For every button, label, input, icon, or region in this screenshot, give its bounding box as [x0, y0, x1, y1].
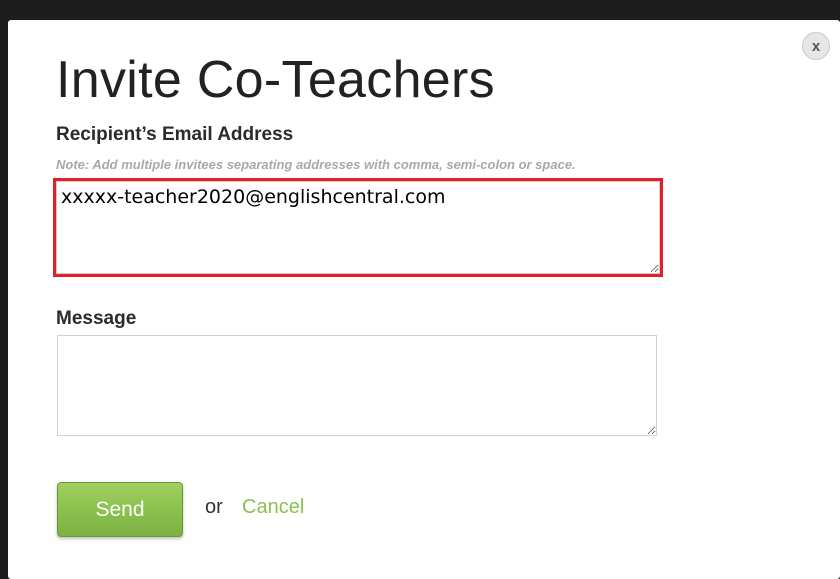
cancel-link[interactable]: Cancel	[242, 496, 304, 519]
close-icon: x	[811, 37, 821, 55]
close-button[interactable]: x	[802, 32, 830, 60]
recipient-email-field[interactable]: xxxxx-teacher2020@englishcentral.com	[56, 181, 660, 274]
message-label: Message	[56, 308, 137, 329]
message-field[interactable]	[57, 335, 657, 436]
recipient-note: Note: Add multiple invitees separating a…	[56, 157, 576, 172]
recipient-email-label: Recipient’s Email Address	[56, 124, 294, 145]
send-button[interactable]: Send	[57, 482, 183, 537]
or-separator: or	[205, 496, 223, 518]
dialog-title: Invite Co-Teachers	[56, 51, 495, 109]
